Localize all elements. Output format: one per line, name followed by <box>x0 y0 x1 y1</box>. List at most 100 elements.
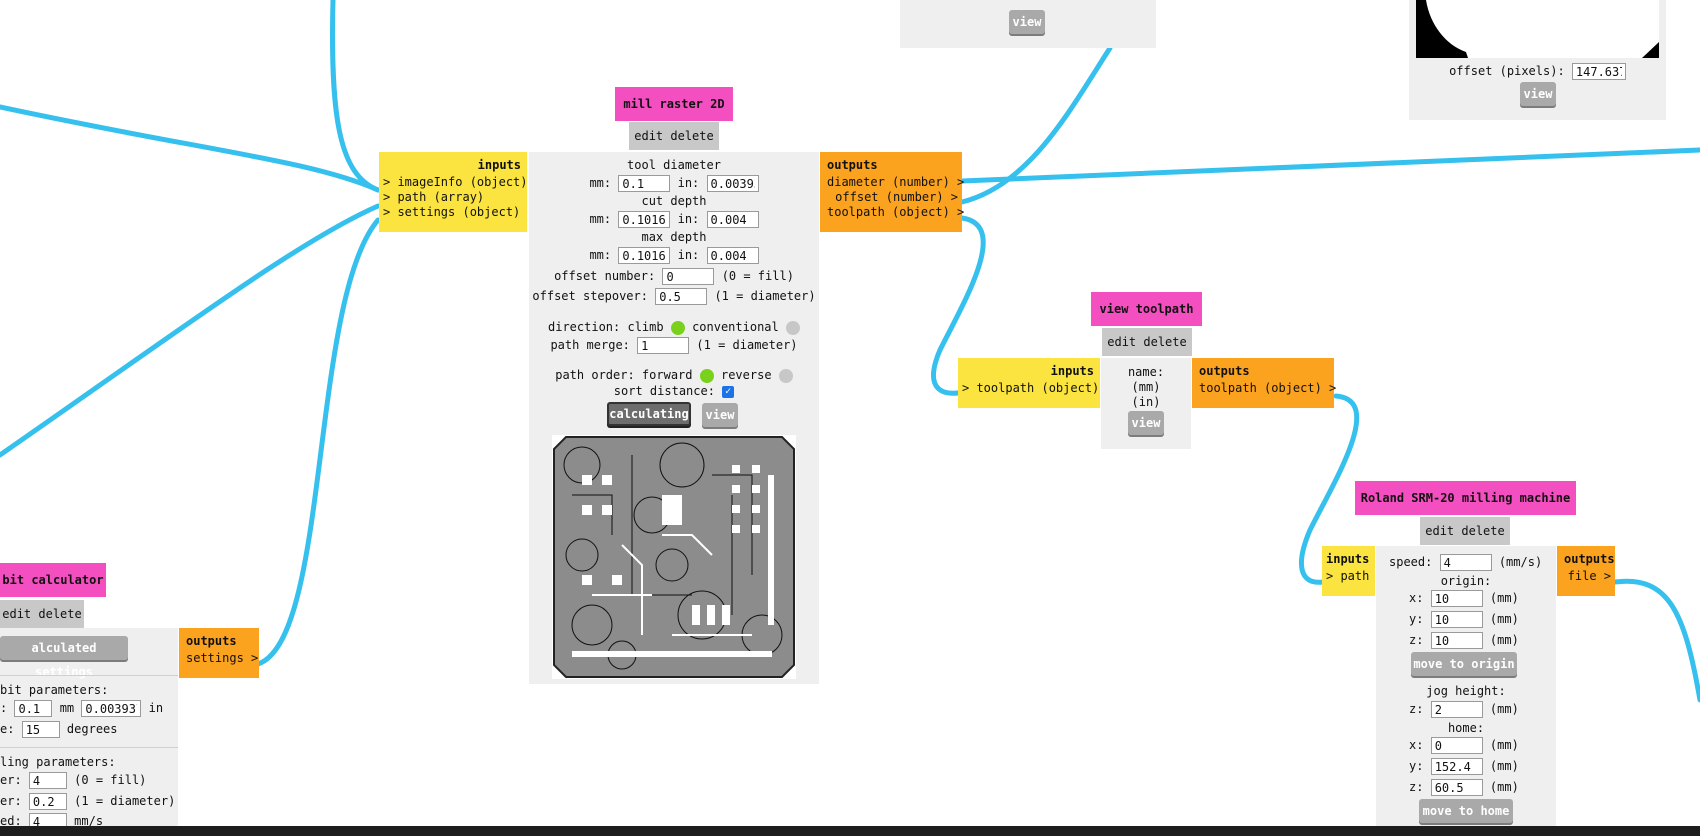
view-button[interactable]: view <box>702 403 738 427</box>
path-merge-input[interactable] <box>637 337 690 354</box>
roland-body: speed: (mm/s) origin: x: (mm) y: (mm) z:… <box>1376 546 1556 826</box>
reverse-label: reverse <box>720 368 772 382</box>
offset-number-input[interactable] <box>662 268 715 285</box>
bit-diameter-in-input[interactable] <box>81 700 142 717</box>
climb-radio[interactable] <box>670 320 685 335</box>
offset-pixels-input[interactable] <box>1571 63 1626 80</box>
output-port-settings[interactable]: settings > <box>186 651 258 666</box>
output-port-diameter[interactable]: diameter (number) > <box>827 175 964 190</box>
forward-radio[interactable] <box>699 368 714 383</box>
origin-y-input[interactable] <box>1430 611 1483 628</box>
input-port-toolpath[interactable]: > toolpath (object) <box>962 381 1099 396</box>
sort-distance-checkbox[interactable]: ✓ <box>722 385 735 398</box>
jog-z-input[interactable] <box>1430 701 1483 718</box>
move-to-home-button[interactable]: move to home <box>1419 799 1513 823</box>
max-depth-mm-input[interactable] <box>618 247 671 264</box>
offset-stepover-input[interactable] <box>655 288 708 305</box>
offset-pixels-label: offset (pixels): <box>1449 64 1565 78</box>
z-label: z: <box>1409 702 1424 716</box>
mm-label: mm: <box>589 176 612 190</box>
home-z-input[interactable] <box>1430 779 1483 796</box>
angle-label: e: <box>0 722 15 736</box>
input-port-path[interactable]: > path (array) <box>383 190 521 205</box>
roland-title[interactable]: Roland SRM-20 milling machine <box>1355 481 1576 515</box>
name-label: name: <box>1127 365 1165 379</box>
wire-roland-out <box>1612 578 1700 703</box>
input-port-imageinfo[interactable]: > imageInfo (object) <box>383 175 528 190</box>
unit-mm: (mm) <box>1489 612 1519 626</box>
reverse-radio[interactable] <box>778 368 793 383</box>
in-unit: in <box>148 701 164 715</box>
offset-stepover-note: (1 = diameter) <box>714 289 816 303</box>
mill-raster-inputs: inputs > imageInfo (object) > path (arra… <box>379 152 528 232</box>
mm-unit: mm <box>59 701 75 715</box>
stepover-label: er: <box>0 794 22 808</box>
view-button[interactable]: view <box>1520 82 1556 106</box>
move-to-origin-button[interactable]: move to origin <box>1411 652 1517 676</box>
home-x-input[interactable] <box>1430 737 1483 754</box>
speed-input[interactable] <box>1439 554 1492 571</box>
max-depth-label: max depth <box>641 230 707 244</box>
bit-angle-input[interactable] <box>21 721 60 738</box>
wire-top-to-imageinfo <box>330 0 381 193</box>
output-port-toolpath[interactable]: toolpath (object) > <box>1199 381 1336 396</box>
view-toolpath-title[interactable]: view toolpath <box>1091 292 1202 326</box>
in-label: in: <box>677 176 700 190</box>
view-toolpath-body: name: (mm) (in) view <box>1101 358 1191 449</box>
bit-calculator-edit-delete[interactable]: edit delete <box>0 600 84 628</box>
diameter-label: : <box>0 701 8 715</box>
jog-height-label: jog height: <box>1426 684 1506 698</box>
outputs-header: outputs <box>1564 552 1615 566</box>
view-button[interactable]: view <box>1009 10 1045 34</box>
stepover-input[interactable] <box>28 793 67 810</box>
path-order-label: path order: forward <box>555 368 693 382</box>
output-port-file[interactable]: file > <box>1564 569 1611 584</box>
x-label: x: <box>1409 738 1424 752</box>
input-port-settings[interactable]: > settings (object) <box>383 205 521 220</box>
cut-depth-mm-input[interactable] <box>618 211 671 228</box>
max-depth-in-input[interactable] <box>706 247 759 264</box>
cut-depth-in-input[interactable] <box>706 211 759 228</box>
conventional-radio[interactable] <box>786 320 800 335</box>
in-label: in: <box>677 212 700 226</box>
unit-mm: (mm) <box>1489 738 1519 752</box>
outputs-header: outputs <box>1199 364 1250 378</box>
cut-depth-label: cut depth <box>641 194 707 208</box>
bit-diameter-mm-input[interactable] <box>14 700 53 717</box>
in-label: in: <box>677 248 700 262</box>
view-toolpath-outputs: outputs toolpath (object) > <box>1192 358 1336 408</box>
wire-diameter-out <box>959 147 1700 184</box>
z-label: z: <box>1409 633 1424 647</box>
top-view-node: view <box>900 0 1156 48</box>
home-y-input[interactable] <box>1430 758 1483 775</box>
input-port-path[interactable]: > path <box>1326 569 1369 584</box>
origin-label: origin: <box>1440 574 1492 588</box>
view-toolpath-edit-delete[interactable]: edit delete <box>1102 328 1192 356</box>
unit-mm: (mm) <box>1489 780 1519 794</box>
output-port-toolpath[interactable]: toolpath (object) > <box>827 205 964 220</box>
angle-unit: degrees <box>66 722 118 736</box>
calculated-settings-button[interactable]: alculated settings <box>0 636 128 679</box>
calculating-button[interactable]: calculating <box>607 402 691 426</box>
bit-calculator-outputs: outputs settings > <box>179 628 259 678</box>
roland-edit-delete[interactable]: edit delete <box>1420 517 1510 545</box>
direction-label: direction: climb <box>548 320 664 334</box>
milling-parameters-label: ling parameters: <box>0 755 116 769</box>
tool-diameter-mm-input[interactable] <box>618 175 671 192</box>
mill-raster-title[interactable]: mill raster 2D <box>615 87 733 121</box>
output-port-offset[interactable]: offset (number) > <box>827 190 958 205</box>
path-merge-label: path merge: <box>550 338 630 352</box>
offset-number-note: (0 = fill) <box>721 269 794 283</box>
origin-x-input[interactable] <box>1430 590 1483 607</box>
offset-note: (0 = fill) <box>74 773 147 787</box>
origin-z-input[interactable] <box>1430 632 1483 649</box>
tool-diameter-in-input[interactable] <box>706 175 759 192</box>
wire-left-to-imageinfo <box>0 104 381 193</box>
view-button[interactable]: view <box>1128 411 1164 435</box>
mill-raster-edit-delete[interactable]: edit delete <box>629 122 719 150</box>
bit-calculator-title[interactable]: bit calculator <box>0 563 106 597</box>
unit-mm: (mm) <box>1489 702 1519 716</box>
outputs-header: outputs <box>827 158 878 172</box>
unit-mm: (mm) <box>1489 591 1519 605</box>
offset-input[interactable] <box>28 772 67 789</box>
